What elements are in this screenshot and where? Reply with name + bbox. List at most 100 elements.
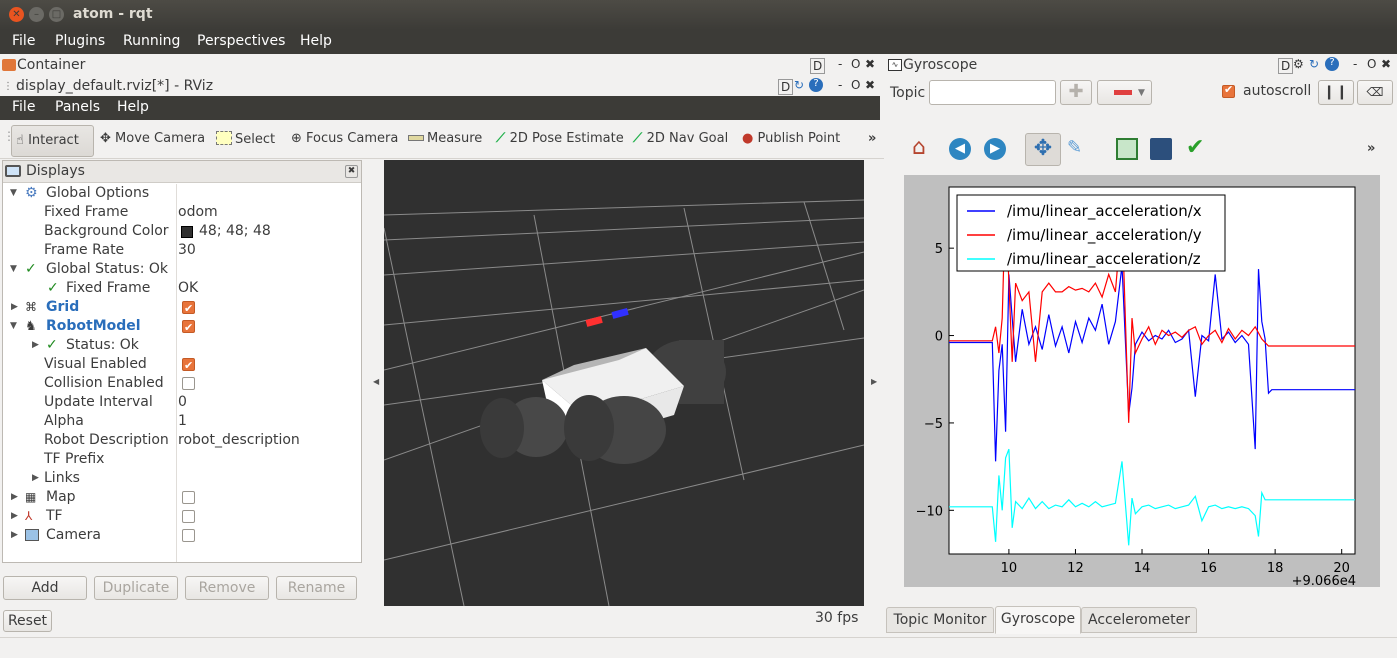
float-dock-button[interactable]: O: [851, 78, 860, 92]
rviz-menu-help[interactable]: Help: [117, 99, 149, 115]
reload-icon[interactable]: ↻: [1309, 57, 1319, 71]
plot-toolbar-more-button[interactable]: »: [1367, 141, 1375, 156]
remove-topic-dropdown[interactable]: ▼: [1097, 80, 1152, 105]
tree-row-robotmodel[interactable]: ▼ ♞ RobotModel: [3, 317, 361, 337]
autoscroll-checkbox[interactable]: [1222, 83, 1235, 98]
reset-button[interactable]: Reset: [3, 610, 52, 632]
tree-row-global-status[interactable]: ▼ ✓ Global Status: Ok: [3, 260, 361, 279]
tree-row-alpha[interactable]: Alpha 1: [3, 412, 361, 431]
collapsed-arrow-icon[interactable]: ▶: [32, 469, 39, 488]
tree-row-background-color[interactable]: Background Color 48; 48; 48: [3, 222, 361, 241]
close-dock-button[interactable]: ✖: [1381, 57, 1391, 71]
collapsed-arrow-icon[interactable]: ▶: [11, 298, 18, 317]
tree-value[interactable]: 48; 48; 48: [199, 222, 271, 241]
tf-enabled-checkbox[interactable]: [182, 510, 195, 523]
pan-icon[interactable]: ✥: [1025, 133, 1061, 166]
tree-value[interactable]: robot_description: [178, 431, 300, 450]
pause-button[interactable]: ❙❙: [1318, 80, 1354, 105]
home-icon[interactable]: ⌂: [912, 135, 926, 160]
tree-value[interactable]: 30: [178, 241, 196, 260]
collapse-left-icon[interactable]: ◀: [373, 377, 379, 386]
maximize-window-button[interactable]: □: [49, 7, 64, 22]
tool-focus-camera[interactable]: ⊕ Focus Camera: [291, 131, 398, 146]
tool-2d-nav-goal[interactable]: ⟋ 2D Nav Goal: [633, 131, 728, 146]
gear-icon[interactable]: ⚙: [1293, 57, 1304, 71]
menu-plugins[interactable]: Plugins: [55, 33, 105, 49]
minimize-dock-button[interactable]: -: [1353, 57, 1357, 71]
grid-enabled-checkbox[interactable]: [182, 299, 195, 318]
tab-topic-monitor[interactable]: Topic Monitor: [886, 607, 994, 633]
acceleration-chart[interactable]: 10 12 14 16 18 2050−5−10 /imu/linear_accelera…: [904, 175, 1380, 589]
tree-row-tf-prefix[interactable]: TF Prefix: [3, 450, 361, 469]
tree-row-tf[interactable]: ▶ ⅄ TF: [3, 507, 361, 526]
map-enabled-checkbox[interactable]: [182, 491, 195, 504]
float-dock-button[interactable]: O: [851, 57, 860, 71]
tree-row-global-options[interactable]: ▼ ⚙ Global Options: [3, 184, 361, 203]
reload-icon[interactable]: ↻: [794, 78, 804, 92]
help-icon[interactable]: ?: [1325, 57, 1339, 71]
camera-enabled-checkbox[interactable]: [182, 529, 195, 542]
visual-enabled-checkbox[interactable]: [182, 356, 195, 375]
collapsed-arrow-icon[interactable]: ▶: [11, 507, 18, 526]
tree-row-camera[interactable]: ▶ Camera: [3, 526, 361, 545]
tree-row-status-fixed-frame[interactable]: ✓ Fixed Frame OK: [3, 279, 361, 298]
clear-button[interactable]: ⌫: [1357, 80, 1393, 105]
minimize-window-button[interactable]: –: [29, 7, 44, 22]
add-button[interactable]: Add: [3, 576, 87, 600]
tree-row-links[interactable]: ▶ Links: [3, 469, 361, 488]
close-displays-button[interactable]: ✖: [345, 165, 358, 178]
tree-row-collision-enabled[interactable]: Collision Enabled: [3, 374, 361, 393]
zoom-rect-icon[interactable]: ✎: [1067, 137, 1082, 158]
tree-value[interactable]: 1: [178, 412, 187, 431]
tool-select[interactable]: Select: [216, 131, 275, 147]
forward-icon[interactable]: ▶: [984, 138, 1006, 160]
menu-file[interactable]: File: [12, 33, 35, 49]
save-icon[interactable]: [1150, 138, 1172, 160]
checkmark-icon[interactable]: ✔: [1186, 135, 1204, 160]
tree-row-robot-description[interactable]: Robot Description robot_description: [3, 431, 361, 450]
tab-gyroscope[interactable]: Gyroscope: [995, 606, 1081, 634]
remove-button[interactable]: Remove: [185, 576, 269, 600]
tree-row-robot-status[interactable]: ▶ ✓ Status: Ok: [3, 336, 361, 355]
color-swatch[interactable]: [181, 226, 193, 238]
dock-d-icon[interactable]: D: [810, 58, 826, 74]
help-icon[interactable]: ?: [809, 78, 823, 92]
rename-button[interactable]: Rename: [276, 576, 357, 600]
topic-input[interactable]: [929, 80, 1056, 105]
close-dock-button[interactable]: ✖: [865, 78, 875, 92]
collision-enabled-checkbox[interactable]: [182, 377, 195, 390]
dock-d-icon[interactable]: D: [778, 79, 794, 95]
collapsed-arrow-icon[interactable]: ▶: [32, 336, 39, 355]
tree-value[interactable]: odom: [178, 203, 218, 222]
dock-d-icon[interactable]: D: [1278, 58, 1294, 74]
rviz-3d-view[interactable]: [384, 160, 864, 606]
collapse-right-icon[interactable]: ▶: [871, 377, 877, 386]
menu-perspectives[interactable]: Perspectives: [197, 33, 285, 49]
tree-row-update-interval[interactable]: Update Interval 0: [3, 393, 361, 412]
menu-help[interactable]: Help: [300, 33, 332, 49]
tree-row-fixed-frame[interactable]: Fixed Frame odom: [3, 203, 361, 222]
float-dock-button[interactable]: O: [1367, 57, 1376, 71]
toolbar-more-button[interactable]: »: [868, 131, 876, 146]
menu-running[interactable]: Running: [123, 33, 180, 49]
add-topic-button[interactable]: ✚: [1060, 80, 1092, 105]
tool-move-camera[interactable]: ✥ Move Camera: [100, 131, 205, 146]
close-dock-button[interactable]: ✖: [865, 57, 875, 71]
tool-2d-pose-estimate[interactable]: ⟋ 2D Pose Estimate: [496, 131, 624, 146]
tool-interact[interactable]: ☝ Interact: [11, 125, 94, 157]
tree-value[interactable]: 0: [178, 393, 187, 412]
tree-row-visual-enabled[interactable]: Visual Enabled: [3, 355, 361, 375]
subplots-icon[interactable]: [1116, 138, 1138, 160]
tool-measure[interactable]: Measure: [408, 131, 482, 146]
collapsed-arrow-icon[interactable]: ▶: [11, 526, 18, 545]
expanded-arrow-icon[interactable]: ▼: [10, 317, 17, 336]
collapsed-arrow-icon[interactable]: ▶: [11, 488, 18, 507]
expanded-arrow-icon[interactable]: ▼: [10, 184, 17, 203]
duplicate-button[interactable]: Duplicate: [94, 576, 178, 600]
tree-row-grid[interactable]: ▶ ⌘ Grid: [3, 298, 361, 318]
close-window-button[interactable]: ✕: [9, 7, 24, 22]
expanded-arrow-icon[interactable]: ▼: [10, 260, 17, 279]
back-icon[interactable]: ◀: [949, 138, 971, 160]
rviz-menu-panels[interactable]: Panels: [55, 99, 100, 115]
minimize-dock-button[interactable]: -: [838, 78, 842, 92]
